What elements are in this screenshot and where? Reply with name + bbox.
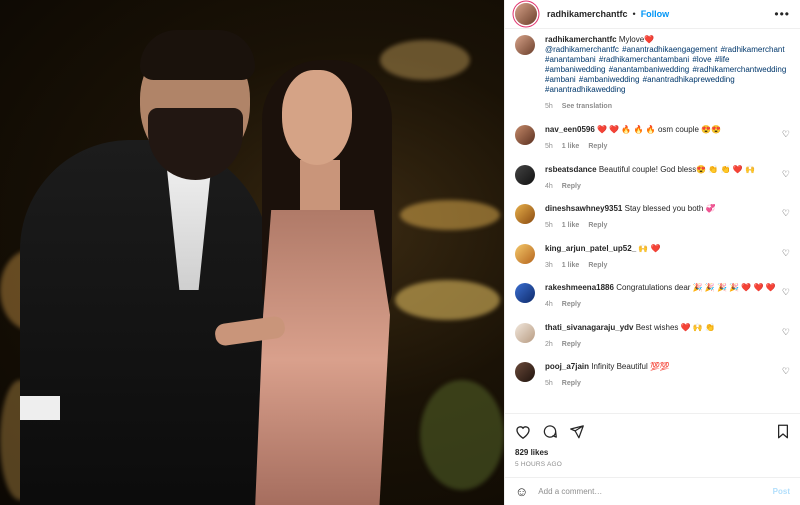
comment-like-icon[interactable]: ♡ [778, 327, 790, 338]
comment-item: dineshsawhney9351 Stay blessed you both … [515, 204, 790, 236]
comments-section[interactable]: radhikamerchantfc Mylove❤️ @radhikamerch… [505, 29, 800, 414]
commenter-avatar[interactable] [515, 164, 535, 185]
commenter-avatar[interactable] [515, 283, 535, 303]
emoji-icon[interactable]: ☺ [515, 484, 528, 499]
commenter-avatar[interactable] [515, 243, 535, 264]
post-photo[interactable] [0, 0, 504, 505]
comment-item: rsbeatsdance Beautiful couple! God bless… [515, 164, 790, 197]
comment-text: Beautiful couple! God bless😍 👏 👏 ❤️ 🙌 [598, 164, 755, 174]
reply-button[interactable]: Reply [562, 340, 581, 350]
caption: radhikamerchantfc Mylove❤️ @radhikamerch… [515, 35, 790, 112]
reply-button[interactable]: Reply [562, 379, 581, 389]
comment-text: Infinity Beautiful 💯💯 [591, 362, 670, 371]
woman-face [282, 70, 352, 165]
post-header: radhikamerchantfc • Follow ••• [505, 0, 800, 29]
comment-time: 4h [545, 182, 553, 190]
author-username[interactable]: radhikamerchantfc [547, 9, 628, 19]
bokeh-light [380, 40, 470, 80]
add-comment-bar: ☺ Add a comment… Post [505, 477, 800, 505]
comment-like-icon[interactable]: ♡ [778, 248, 790, 259]
caption-text: Mylove❤️ [618, 35, 655, 44]
bokeh-light [395, 280, 500, 320]
comment-likes[interactable]: 1 like [562, 142, 580, 152]
instagram-post-view: radhikamerchantfc • Follow ••• radhikame… [0, 0, 800, 505]
comment-likes[interactable]: 1 like [562, 261, 580, 271]
comment-time: 3h [545, 261, 553, 269]
commenter-username[interactable]: thati_sivanagaraju_ydv [545, 323, 633, 332]
commenter-avatar[interactable] [515, 204, 535, 224]
commenter-username[interactable]: rsbeatsdance [545, 165, 597, 174]
comment-text: Stay blessed you both 💞 [624, 204, 716, 213]
comment-like-icon[interactable]: ♡ [778, 169, 790, 180]
reply-button[interactable]: Reply [588, 221, 607, 231]
comment-item: thati_sivanagaraju_ydv Best wishes ❤️ 🙌 … [515, 322, 790, 355]
comment-time: 4h [545, 301, 553, 308]
comment-item: nav_een0596 ❤️ ❤️ 🔥 🔥 🔥 osm couple 😍😍 5h… [515, 125, 790, 157]
author-avatar[interactable] [515, 3, 537, 25]
comment-likes[interactable]: 1 like [562, 221, 580, 231]
share-icon[interactable] [569, 424, 585, 441]
commenter-avatar[interactable] [515, 125, 535, 145]
separator-dot: • [632, 9, 636, 19]
caption-avatar[interactable] [515, 35, 535, 55]
like-count[interactable]: 829 likes [505, 448, 800, 457]
comment-time: 2h [545, 340, 553, 348]
comment-text: 🙌 ❤️ [638, 243, 661, 253]
comment-item: pooj_a7jain Infinity Beautiful 💯💯 5h Rep… [515, 362, 790, 394]
post-timestamp: 5 HOURS AGO [515, 461, 562, 468]
reply-button[interactable]: Reply [562, 300, 581, 310]
comment-icon[interactable] [542, 424, 558, 441]
heart-icon[interactable] [515, 424, 531, 441]
comment-text: Best wishes ❤️ 🙌 👏 [635, 322, 715, 332]
comment-like-icon[interactable]: ♡ [778, 129, 790, 140]
comment-time: 5h [545, 380, 553, 387]
commenter-username[interactable]: dineshsawhney9351 [545, 204, 622, 213]
commenter-username[interactable]: nav_een0596 [545, 125, 595, 134]
comment-list: nav_een0596 ❤️ ❤️ 🔥 🔥 🔥 osm couple 😍😍 5h… [515, 125, 790, 394]
woman-dress [255, 210, 390, 505]
commenter-username[interactable]: pooj_a7jain [545, 362, 589, 371]
commenter-avatar[interactable] [515, 322, 535, 343]
comment-like-icon[interactable]: ♡ [778, 287, 790, 298]
bookmark-icon[interactable] [776, 424, 790, 441]
comment-time: 5h [545, 222, 553, 229]
bokeh-light [400, 200, 500, 230]
comment-time: 5h [545, 143, 553, 150]
post-actions-bar [505, 418, 800, 446]
comment-item: king_arjun_patel_up52_ 🙌 ❤️ 3h 1 like Re… [515, 243, 790, 276]
reply-button[interactable]: Reply [588, 261, 607, 271]
post-side-panel: radhikamerchantfc • Follow ••• radhikame… [504, 0, 800, 505]
comment-input[interactable]: Add a comment… [538, 487, 602, 496]
comment-like-icon[interactable]: ♡ [778, 208, 790, 219]
comment-like-icon[interactable]: ♡ [778, 366, 790, 377]
see-translation-link[interactable]: See translation [562, 102, 612, 112]
commenter-username[interactable]: rakeshmeena1886 [545, 283, 614, 292]
man-hair [140, 30, 255, 80]
comment-text: Congratulations dear 🎉 🎉 🎉 🎉 ❤️ ❤️ ❤️ [616, 283, 776, 292]
commenter-avatar[interactable] [515, 362, 535, 382]
more-options-icon[interactable]: ••• [774, 7, 790, 21]
comment-text: ❤️ ❤️ 🔥 🔥 🔥 osm couple 😍😍 [597, 125, 722, 134]
man-shirt-cuff [20, 396, 60, 420]
follow-button[interactable]: Follow [641, 9, 670, 19]
caption-time: 5h [545, 103, 553, 110]
reply-button[interactable]: Reply [562, 182, 581, 192]
commenter-username[interactable]: king_arjun_patel_up52_ [545, 244, 636, 253]
caption-username[interactable]: radhikamerchantfc [545, 35, 617, 44]
caption-hashtags[interactable]: @radhikamerchantfc #anantradhikaengageme… [545, 45, 786, 94]
bokeh-foliage [420, 380, 504, 490]
comment-item: rakeshmeena1886 Congratulations dear 🎉 🎉… [515, 283, 790, 315]
post-comment-button[interactable]: Post [773, 487, 790, 496]
reply-button[interactable]: Reply [588, 142, 607, 152]
